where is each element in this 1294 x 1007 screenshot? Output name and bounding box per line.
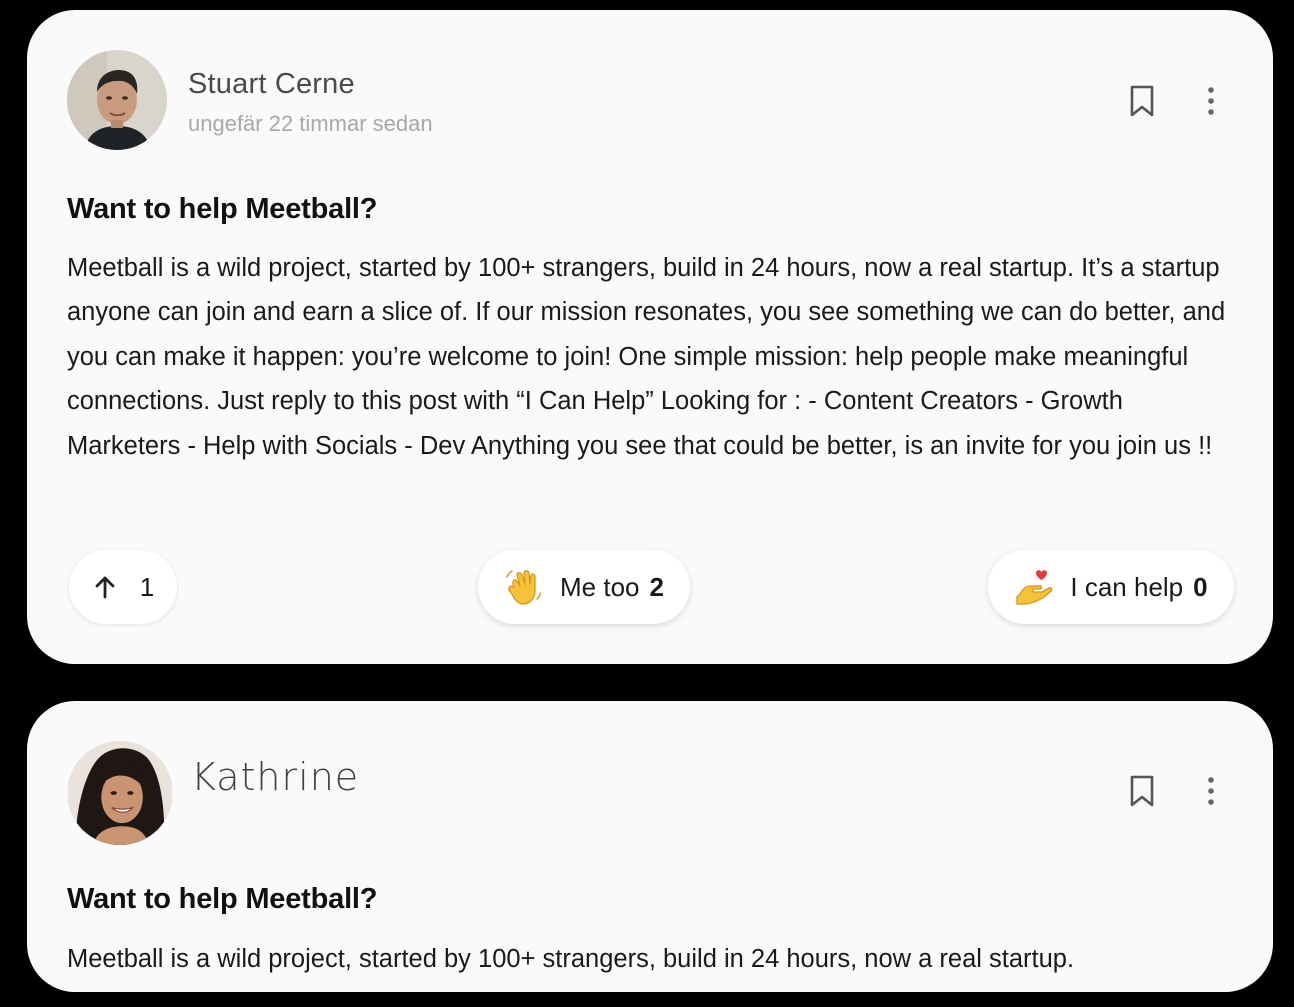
author-name[interactable]: Stuart Cerne (188, 68, 355, 101)
me-too-label: Me too (560, 571, 640, 602)
post-body: Meetball is a wild project, started by 1… (67, 945, 1075, 973)
heart-on-hand-icon (1016, 570, 1053, 605)
more-vertical-icon (1208, 87, 1214, 115)
more-options-button[interactable] (1199, 84, 1223, 118)
avatar-photo (67, 50, 167, 150)
me-too-count: 2 (649, 571, 664, 602)
upvote-button[interactable]: 1 (69, 550, 177, 624)
more-options-button[interactable] (1199, 774, 1223, 808)
i-can-help-button[interactable]: I can help 0 (988, 550, 1234, 624)
bookmark-icon (1130, 775, 1154, 807)
i-can-help-label: I can help (1070, 571, 1184, 602)
post-title: Want to help Meetball? (67, 883, 378, 915)
bookmark-button[interactable] (1127, 84, 1157, 118)
avatar-photo (68, 741, 172, 845)
upvote-count: 1 (139, 571, 155, 602)
post-card: Kathrine Want to help Meetball? Meetball… (27, 701, 1273, 992)
more-vertical-icon (1208, 777, 1214, 805)
waving-hand-icon (506, 570, 541, 605)
bookmark-button[interactable] (1127, 774, 1157, 808)
author-name[interactable]: Kathrine (191, 755, 359, 799)
author-avatar[interactable] (67, 741, 173, 845)
post-timestamp: ungefär 22 timmar sedan (188, 111, 433, 136)
me-too-button[interactable]: Me too 2 (478, 550, 690, 624)
arrow-up-icon (95, 576, 115, 599)
post-body: Meetball is a wild project, started by 1… (67, 254, 1226, 460)
i-can-help-count: 0 (1193, 571, 1208, 602)
post-title: Want to help Meetball? (67, 193, 378, 225)
post-card: Stuart Cerne ungefär 22 timmar sedan Wan… (27, 10, 1273, 664)
bookmark-icon (1130, 85, 1154, 117)
author-avatar[interactable] (67, 50, 167, 150)
